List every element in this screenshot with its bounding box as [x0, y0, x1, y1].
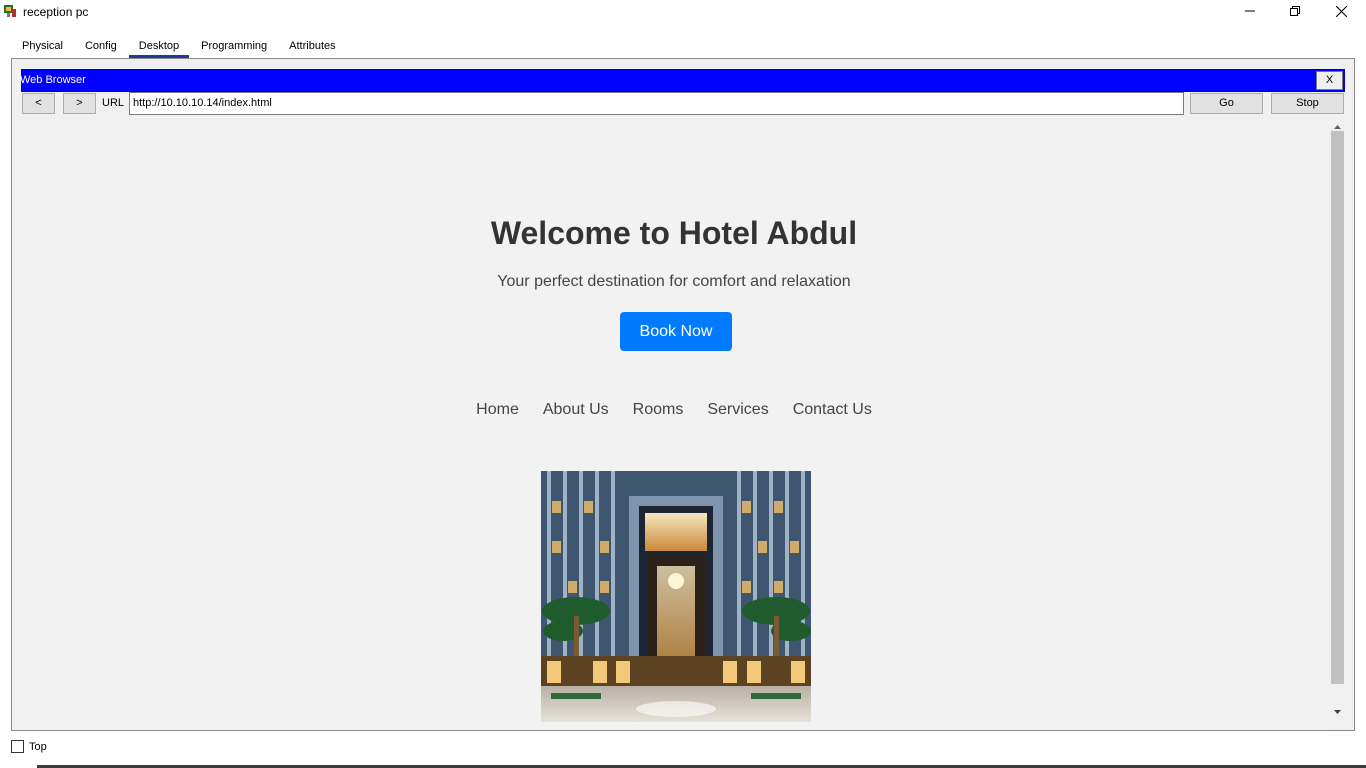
web-browser-titlebar: Web Browser X [20, 69, 1345, 92]
device-tabs: Physical Config Desktop Programming Attr… [11, 35, 347, 58]
nav-link-home[interactable]: Home [464, 401, 531, 419]
url-input[interactable]: http://10.10.10.14/index.html [129, 92, 1184, 115]
scroll-down-arrow-icon[interactable] [1333, 706, 1342, 718]
tab-physical[interactable]: Physical [11, 35, 74, 58]
scrollbar-thumb[interactable] [1331, 131, 1344, 684]
minimize-button[interactable] [1227, 0, 1273, 22]
web-browser-title: Web Browser [20, 74, 86, 86]
restore-button[interactable] [1272, 0, 1318, 22]
window-titlebar: reception pc [0, 0, 1366, 24]
restore-icon [1290, 6, 1300, 16]
browser-content: Welcome to Hotel Abdul Your perfect dest… [13, 121, 1329, 730]
back-button[interactable]: < [22, 93, 55, 114]
desktop-panel: Web Browser X < > URL http://10.10.10.14… [11, 58, 1355, 731]
tab-programming[interactable]: Programming [190, 35, 278, 58]
window-title: reception pc [23, 5, 89, 19]
close-icon [1335, 5, 1347, 17]
page-tagline: Your perfect destination for comfort and… [497, 273, 851, 290]
forward-button[interactable]: > [63, 93, 96, 114]
close-window-button[interactable] [1318, 0, 1364, 22]
app-icon [4, 5, 16, 17]
top-label: Top [29, 741, 47, 753]
book-now-button[interactable]: Book Now [620, 312, 732, 351]
page-headline: Welcome to Hotel Abdul [490, 215, 858, 251]
go-button[interactable]: Go [1190, 93, 1263, 114]
top-checkbox[interactable] [11, 740, 24, 753]
hotel-building-image [541, 471, 811, 722]
nav-link-about[interactable]: About Us [531, 401, 621, 419]
web-browser-close-button[interactable]: X [1316, 71, 1343, 90]
url-label: URL [102, 97, 125, 109]
nav-link-contact[interactable]: Contact Us [781, 401, 884, 419]
stop-button[interactable]: Stop [1271, 93, 1344, 114]
tab-attributes[interactable]: Attributes [278, 35, 346, 58]
nav-link-services[interactable]: Services [695, 401, 780, 419]
vertical-scrollbar[interactable] [1329, 121, 1346, 723]
minimize-icon [1245, 10, 1255, 12]
tab-desktop[interactable]: Desktop [128, 35, 190, 58]
site-nav: Home About Us Rooms Services Contact Us [13, 401, 1329, 419]
tab-config[interactable]: Config [74, 35, 128, 58]
nav-link-rooms[interactable]: Rooms [621, 401, 696, 419]
